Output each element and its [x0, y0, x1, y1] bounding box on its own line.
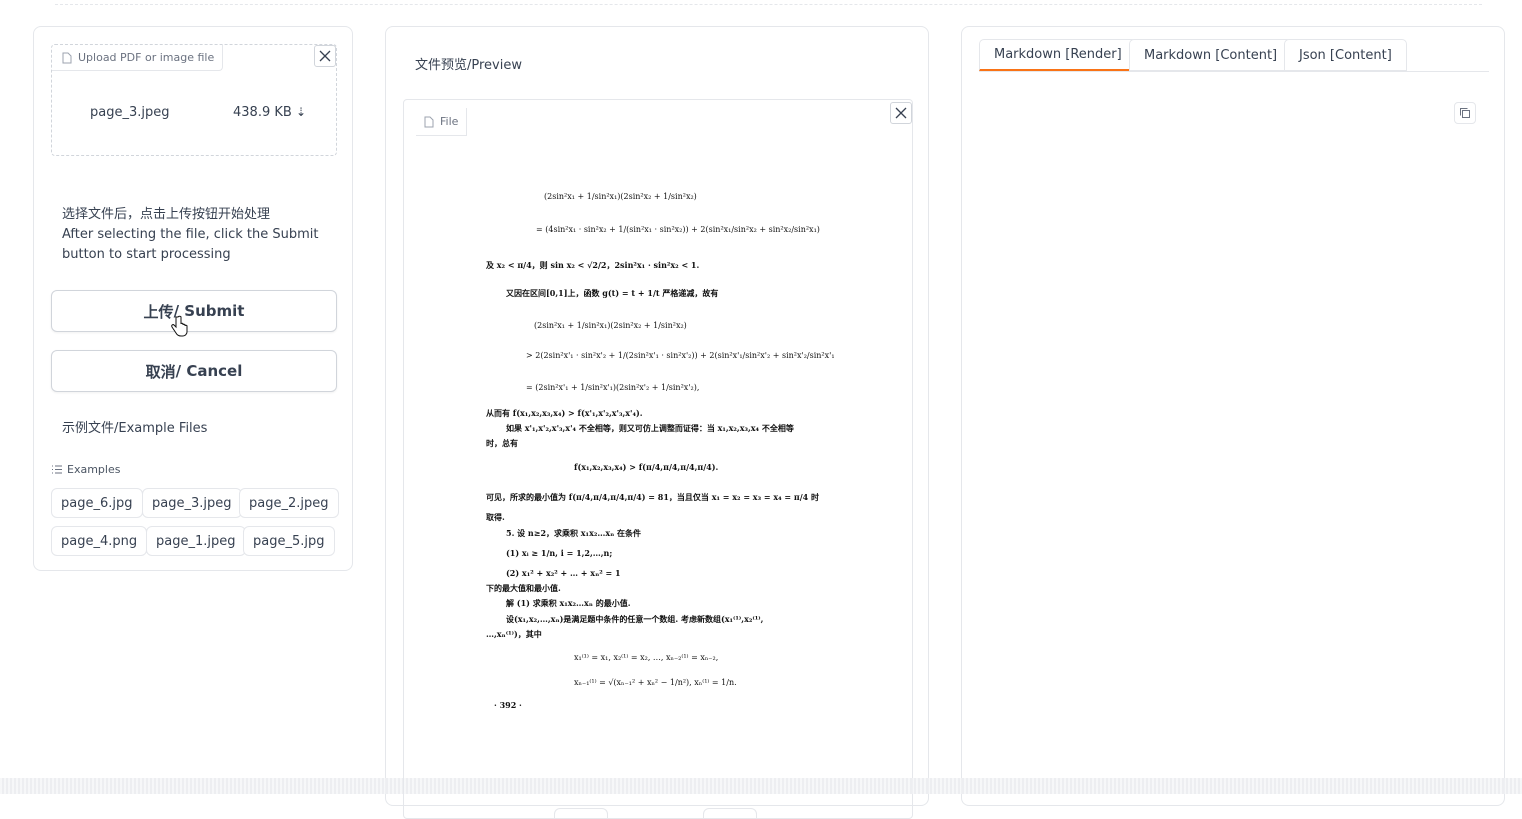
examples-title: 示例文件/Example Files [62, 421, 208, 436]
doc-line: 可见，所求的最小值为 f(π/4,π/4,π/4,π/4) = 81，当且仅当 … [486, 492, 820, 502]
close-preview-button[interactable] [890, 102, 912, 124]
list-icon [52, 465, 62, 474]
submit-button[interactable]: 上传 / Submit [51, 290, 337, 337]
instructions-en-2: button to start processing [62, 247, 231, 262]
close-icon [895, 107, 907, 119]
hand-cursor-icon [171, 315, 188, 337]
pagination: ⇦ 1 / 1 ⇨ [554, 808, 854, 818]
upload-label-text: Upload PDF or image file [78, 51, 215, 64]
file-upload-area[interactable]: Upload PDF or image file page_3.jpeg 438… [51, 44, 337, 156]
file-tag-label: File [440, 115, 459, 128]
output-panel: Markdown [Render] Markdown [Content] Jso… [961, 26, 1505, 806]
doc-line: 又因在区间[0,1]上，函数 g(t) = t + 1/t 严格递减，故有 [506, 288, 719, 298]
uploaded-file-size-group: 438.9 KB ⇣ [233, 105, 306, 120]
doc-line: …,xₙ⁽¹⁾)，其中 [486, 629, 542, 639]
pdf-viewer: File (2sin²x₁ + 1/sin²x₁)(2sin²x₂ + 1/si… [403, 99, 913, 819]
download-icon[interactable]: ⇣ [296, 105, 306, 119]
doc-line: 及 x₂ < π/4，则 sin x₂ < √2/2，2sin²x₁ · sin… [486, 260, 700, 270]
svg-text:(2sin²x₁ + 1/sin²x₁)(2sin²x₂ +: (2sin²x₁ + 1/sin²x₁)(2sin²x₂ + 1/sin²x₂) [534, 321, 687, 330]
uploaded-file-size: 438.9 KB [233, 105, 292, 120]
example-file-chip[interactable]: page_3.jpeg [142, 488, 242, 518]
instructions-zh: 选择文件后，点击上传按钮开始处理 [62, 207, 271, 222]
doc-page-number: · 392 · [494, 700, 522, 710]
doc-line: 如果 x'₁,x'₂,x'₃,x'₄ 不全相等，则又可仿上调整而证得：当 x₁,… [506, 423, 794, 433]
example-file-chip[interactable]: page_4.png [51, 526, 148, 556]
cancel-label-en: / Cancel [175, 362, 243, 380]
svg-text:xₙ₋₁⁽¹⁾ = √(xₙ₋₁² + xₙ² − 1/n²: xₙ₋₁⁽¹⁾ = √(xₙ₋₁² + xₙ² − 1/n²), xₙ⁽¹⁾ =… [574, 678, 737, 687]
copy-icon [1460, 108, 1470, 118]
doc-line: 设(x₁,x₂,…,xₙ)是满足题中条件的任意一个数组. 考虑新数组(x₁⁽¹⁾… [506, 614, 764, 624]
doc-line: 从而有 f(x₁,x₂,x₃,x₄) > f(x'₁,x'₂,x'₃,x'₄). [486, 408, 643, 418]
example-file-chip[interactable]: page_1.jpeg [146, 526, 246, 556]
tab-json-content[interactable]: Json [Content] [1284, 39, 1407, 71]
svg-text:> 2(2sin²x'₁ · sin²x'₂ + 1/(2s: > 2(2sin²x'₁ · sin²x'₂ + 1/(2sin²x'₁ · s… [526, 351, 834, 360]
file-icon [424, 116, 434, 127]
document-page: (2sin²x₁ + 1/sin²x₁)(2sin²x₂ + 1/sin²x₂)… [474, 180, 838, 720]
instructions: 选择文件后，点击上传按钮开始处理 After selecting the fil… [62, 205, 322, 265]
next-page-button[interactable]: ⇨ [703, 808, 757, 818]
doc-line: f(x₁,x₂,x₃,x₄) > f(π/4,π/4,π/4,π/4). [574, 462, 719, 472]
cancel-button[interactable]: 取消 / Cancel [51, 350, 337, 392]
file-icon [62, 52, 72, 63]
examples-label: Examples [67, 463, 121, 476]
input-panel: Upload PDF or image file page_3.jpeg 438… [33, 26, 353, 571]
doc-line: 解 (1) 求乘积 x₁x₂…xₙ 的最小值. [506, 598, 631, 608]
example-file-chip[interactable]: page_2.jpeg [239, 488, 339, 518]
file-tag: File [416, 108, 468, 136]
preview-panel: 文件预览/Preview File (2sin²x₁ + 1/sin²x₁)(2… [385, 26, 929, 819]
svg-text:= (2sin²x'₁ + 1/sin²x'₁)(2sin²: = (2sin²x'₁ + 1/sin²x'₁)(2sin²x'₂ + 1/si… [526, 383, 699, 392]
close-icon [319, 50, 331, 62]
doc-line: 下的最大值和最小值. [486, 583, 561, 593]
doc-line: 5. 设 n≥2，求乘积 x₁x₂…xₙ 在条件 [506, 528, 642, 538]
svg-text:(2sin²x₁ + 1/sin²x₁)(2sin²x₂ +: (2sin²x₁ + 1/sin²x₁)(2sin²x₂ + 1/sin²x₂) [544, 192, 697, 201]
top-divider [55, 4, 1482, 5]
output-tabs: Markdown [Render] Markdown [Content] Jso… [979, 39, 1489, 72]
tab-markdown-content[interactable]: Markdown [Content] [1129, 39, 1293, 71]
svg-text:x₁⁽¹⁾ = x₁, x₂⁽¹⁾ = x₂, …, xₙ: x₁⁽¹⁾ = x₁, x₂⁽¹⁾ = x₂, …, xₙ₋₂⁽¹⁾ = xₙ₋… [574, 653, 718, 662]
copy-button[interactable] [1454, 102, 1476, 124]
preview-title: 文件预览/Preview [415, 58, 522, 73]
example-file-chip[interactable]: page_5.jpg [243, 526, 335, 556]
uploaded-file-name: page_3.jpeg [90, 105, 170, 120]
upload-label: Upload PDF or image file [52, 45, 224, 71]
svg-text:= (4sin²x₁ · sin²x₂ + 1/(sin²x: = (4sin²x₁ · sin²x₂ + 1/(sin²x₁ · sin²x₂… [536, 225, 820, 234]
doc-line: 取得. [486, 512, 505, 522]
instructions-en-1: After selecting the file, click the Subm… [62, 227, 319, 242]
doc-line: 时，总有 [486, 438, 518, 448]
doc-line: (1) xᵢ ≥ 1/n, i = 1,2,…,n; [506, 548, 613, 558]
examples-header: Examples [52, 463, 120, 476]
clear-file-button[interactable] [314, 45, 336, 67]
doc-line: (2) x₁² + x₂² + … + xₙ² = 1 [506, 568, 621, 578]
uploaded-file-row: page_3.jpeg 438.9 KB ⇣ [90, 105, 306, 120]
bottom-scrollbar[interactable] [0, 778, 1522, 794]
cancel-label-zh: 取消 [145, 362, 176, 381]
example-file-chip[interactable]: page_6.jpg [51, 488, 143, 518]
tab-markdown-render[interactable]: Markdown [Render] [979, 39, 1137, 71]
prev-page-button[interactable]: ⇦ [554, 808, 608, 818]
